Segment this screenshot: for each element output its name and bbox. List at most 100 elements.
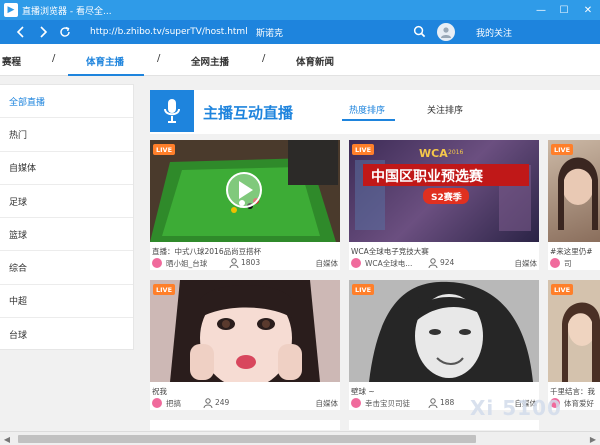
wca-logo-text: WCA (419, 147, 448, 160)
stream-card[interactable]: WCA 2016 中国区职业预选赛 S2赛季 LIVE WCA全球电子竞技大赛 … (349, 140, 539, 270)
minimize-button[interactable]: — (530, 0, 552, 20)
category-tag: 自媒体 (315, 399, 339, 408)
viewer-icon (428, 398, 438, 408)
stream-meta: 把搞 249 自媒体 (150, 398, 340, 410)
stream-thumbnail[interactable]: LIVE (150, 280, 340, 382)
back-arrow-icon (16, 26, 24, 38)
app-icon: ▶ (4, 3, 18, 17)
sidebar-item-popular[interactable]: 热门 (0, 118, 133, 152)
tab-separator: / (262, 53, 266, 64)
active-sort-indicator (342, 119, 395, 121)
address-bar[interactable]: http://b.zhibo.tv/superTV/host.html (90, 27, 248, 37)
stream-title[interactable]: 直播：中式八球2016品尚豆搭杯 (152, 246, 261, 257)
viewer-icon (229, 258, 239, 268)
viewer-icon (428, 258, 438, 268)
stream-card[interactable]: LIVE #来这里仍# 司 (548, 140, 600, 270)
sidebar-item-csl[interactable]: 中超 (0, 285, 133, 319)
tab-schedule[interactable]: 赛程 (2, 54, 21, 68)
browser-window: ▶ 直播浏览器 - 看尽全... — ☐ ✕ http://b.zhibo.tv… (0, 0, 600, 445)
billiards-table-image (150, 140, 340, 242)
active-tab-indicator (68, 74, 144, 76)
forward-button[interactable] (32, 20, 54, 44)
stream-title[interactable]: #来这里仍# (550, 246, 593, 257)
tab-sports-news[interactable]: 体育新闻 (296, 54, 334, 68)
sidebar-item-self-media[interactable]: 自媒体 (0, 152, 133, 185)
section-logo (150, 90, 194, 132)
close-button[interactable]: ✕ (577, 0, 599, 20)
anchor-avatar-icon (351, 258, 361, 268)
scroll-left-arrow-icon[interactable]: ◀ (0, 432, 14, 445)
stream-title[interactable]: 祝我 (152, 386, 167, 397)
anchor-avatar-icon (152, 258, 162, 268)
live-badge: LIVE (153, 144, 176, 155)
live-badge: LIVE (352, 144, 375, 155)
stream-card-peek (150, 420, 340, 430)
stream-card[interactable]: LIVE 直播：中式八球2016品尚豆搭杯 晒小姐_台球 1803 自媒体 (150, 140, 340, 270)
stream-meta: 司 (548, 258, 600, 270)
viewer-count: 1803 (241, 258, 261, 267)
refresh-button[interactable] (54, 20, 76, 44)
streamer-photo (548, 280, 600, 382)
stream-card[interactable]: LIVE 壁球 ~ 幸击宝贝司徒 188 自媒体 (349, 280, 539, 410)
anchor-name[interactable]: WCA全球电... (365, 258, 412, 269)
live-badge: LIVE (551, 144, 574, 155)
anchor-avatar-icon (550, 258, 560, 268)
stream-title[interactable]: 壁球 ~ (351, 386, 375, 397)
title-bar: ▶ 直播浏览器 - 看尽全... — ☐ ✕ (0, 0, 600, 20)
stream-thumbnail[interactable]: LIVE (150, 140, 340, 242)
horizontal-scrollbar[interactable]: ◀ ▶ (0, 431, 600, 445)
section-title: 主播互动直播 (203, 104, 294, 122)
search-icon[interactable] (413, 25, 426, 38)
stream-thumbnail[interactable]: LIVE (548, 280, 600, 382)
section-header: 主播互动直播 热度排序 关注排序 (150, 90, 600, 134)
stream-card[interactable]: LIVE 千里结言：我 体育爱好 (548, 280, 600, 410)
live-badge: LIVE (153, 284, 176, 295)
scrollbar-thumb[interactable] (18, 435, 476, 443)
streamer-photo (150, 280, 340, 382)
back-button[interactable] (10, 20, 32, 44)
refresh-icon (60, 26, 70, 37)
microphone-icon (164, 99, 180, 123)
anchor-name[interactable]: 司 (564, 258, 572, 269)
sidebar-item-basketball[interactable]: 篮球 (0, 218, 133, 252)
tab-all-anchors[interactable]: 全网主播 (191, 54, 229, 68)
viewer-count: 188 (440, 398, 455, 407)
stream-title[interactable]: WCA全球电子竞技大赛 (351, 246, 429, 257)
sidebar-item-football[interactable]: 足球 (0, 185, 133, 219)
stream-card[interactable]: LIVE 祝我 把搞 249 自媒体 (150, 280, 340, 410)
sidebar: 全部直播 热门 自媒体 足球 篮球 综合 中超 台球 (0, 84, 134, 350)
streamer-photo (558, 157, 598, 230)
stream-thumbnail[interactable]: LIVE (548, 140, 600, 242)
stream-thumbnail[interactable]: WCA 2016 中国区职业预选赛 S2赛季 LIVE (349, 140, 539, 242)
anchor-name[interactable]: 体育爱好 (564, 398, 594, 409)
category-tag: 自媒体 (514, 259, 538, 268)
sort-by-popularity[interactable]: 热度排序 (349, 103, 385, 116)
anchor-avatar-icon (152, 398, 162, 408)
sidebar-item-general[interactable]: 综合 (0, 251, 133, 285)
anchor-name[interactable]: 把搞 (166, 398, 181, 409)
viewer-count: 924 (440, 258, 455, 267)
viewer-count: 249 (215, 398, 230, 407)
sidebar-item-billiards[interactable]: 台球 (0, 318, 133, 351)
category-tag: 自媒体 (315, 259, 339, 268)
stream-thumbnail[interactable]: LIVE (349, 280, 539, 382)
tab-separator: / (157, 53, 161, 64)
watermark: Xi 5100 (470, 396, 562, 420)
banner-title: 中国区职业预选赛 (371, 169, 483, 185)
anchor-name[interactable]: 晒小姐_台球 (166, 258, 207, 269)
scroll-right-arrow-icon[interactable]: ▶ (586, 432, 600, 445)
wca-year: 2016 (448, 149, 464, 156)
user-avatar[interactable] (437, 23, 455, 41)
viewer-icon (203, 398, 213, 408)
stream-meta: WCA全球电... 924 自媒体 (349, 258, 539, 270)
tab-sports-anchors[interactable]: 体育主播 (86, 54, 124, 68)
anchor-name[interactable]: 幸击宝贝司徒 (365, 398, 410, 409)
maximize-button[interactable]: ☐ (553, 0, 575, 20)
username-label[interactable]: 斯诺克 (256, 26, 283, 39)
category-tabs: 赛程 / 体育主播 / 全网主播 / 体育新闻 (0, 44, 600, 76)
sort-by-follows[interactable]: 关注排序 (427, 103, 463, 116)
sidebar-item-all-live[interactable]: 全部直播 (0, 85, 133, 119)
live-badge: LIVE (551, 284, 574, 295)
my-follow-link[interactable]: 我的关注 (476, 26, 512, 39)
stream-card-peek (349, 420, 539, 430)
